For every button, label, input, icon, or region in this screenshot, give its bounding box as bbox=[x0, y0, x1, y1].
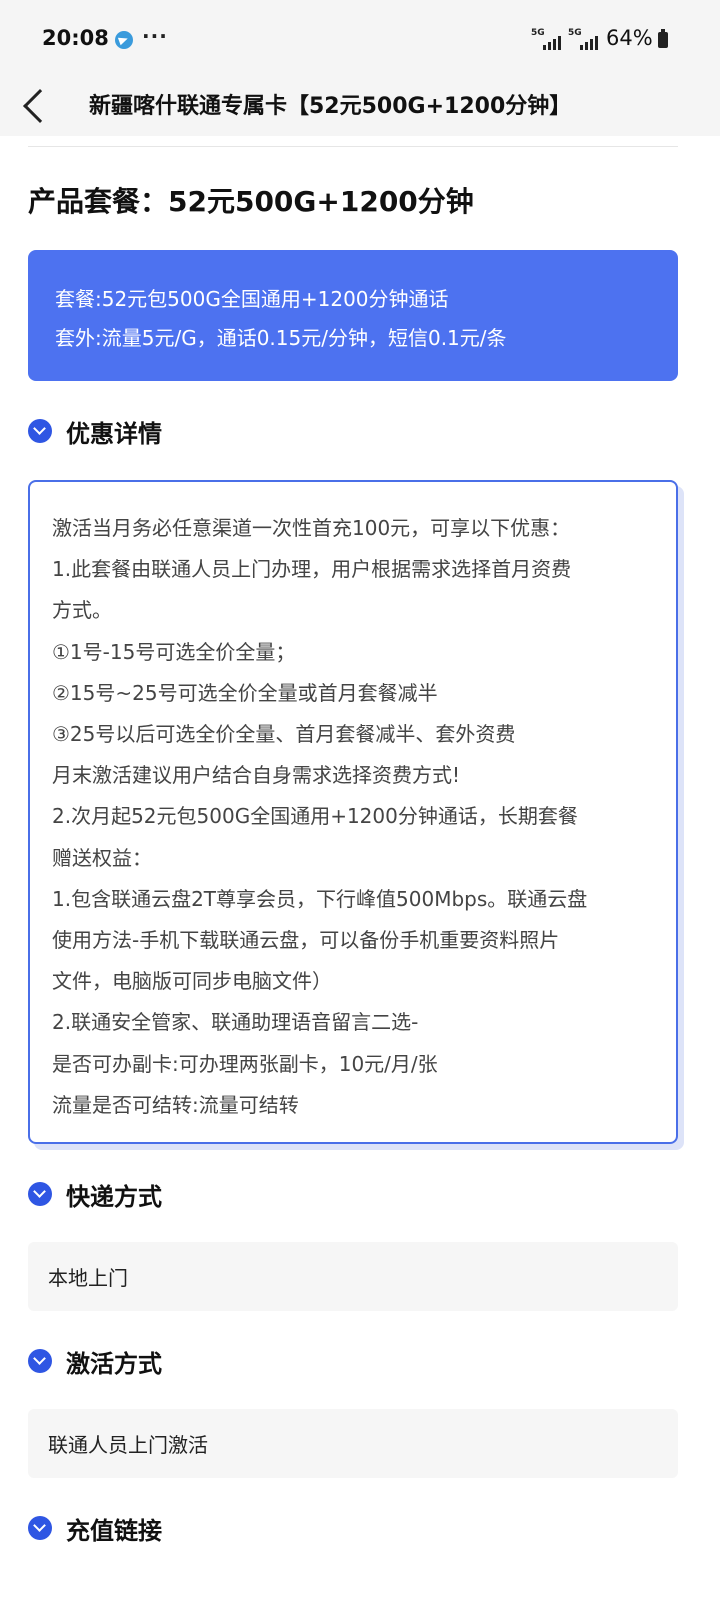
battery-percentage: 64% bbox=[606, 26, 653, 50]
section-label: 充值链接 bbox=[66, 1516, 162, 1545]
chevron-down-icon bbox=[28, 419, 52, 443]
telegram-icon bbox=[115, 31, 133, 49]
detail-line: 使用方法-手机下载联通云盘，可以备份手机重要资料照片 bbox=[52, 928, 560, 953]
page-title: 新疆喀什联通专属卡【52元500G+1200分钟】 bbox=[89, 94, 572, 119]
status-bar: 20:08 ··· 5G 5G 64% bbox=[0, 0, 720, 80]
activation-method-value: 联通人员上门激活 bbox=[28, 1409, 678, 1478]
detail-line: 流量是否可结转:流量可结转 bbox=[52, 1092, 299, 1117]
detail-line: 月末激活建议用户结合自身需求选择资费方式! bbox=[52, 763, 461, 788]
plan-extra-line: 套外:流量5元/G，通话0.15元/分钟，短信0.1元/条 bbox=[55, 326, 507, 350]
status-time: 20:08 bbox=[42, 26, 109, 50]
section-header-activation[interactable]: 激活方式 bbox=[28, 1341, 162, 1381]
section-header-delivery[interactable]: 快递方式 bbox=[28, 1174, 162, 1214]
divider bbox=[28, 146, 678, 147]
detail-line: 2.联通安全管家、联通助理语音留言二选- bbox=[52, 1010, 419, 1035]
chevron-down-icon bbox=[28, 1182, 52, 1206]
detail-line: ③25号以后可选全价全量、首月套餐减半、套外资费 bbox=[52, 722, 516, 747]
section-header-details[interactable]: 优惠详情 bbox=[28, 411, 162, 451]
section-label: 快递方式 bbox=[66, 1182, 162, 1211]
delivery-method-value: 本地上门 bbox=[28, 1242, 678, 1311]
detail-line: ①1号-15号可选全价全量； bbox=[52, 639, 296, 664]
details-box: 激活当月务必任意渠道一次性首充100元，可享以下优惠： 1.此套餐由联通人员上门… bbox=[28, 480, 678, 1144]
section-label: 优惠详情 bbox=[66, 419, 162, 448]
detail-line: 方式。 bbox=[52, 598, 112, 623]
product-title: 产品套餐：52元500G+1200分钟 bbox=[28, 185, 474, 218]
detail-line: ②15号~25号可选全价全量或首月套餐减半 bbox=[52, 680, 438, 705]
plan-summary-box: 套餐:52元包500G全国通用+1200分钟通话 套外:流量5元/G，通话0.1… bbox=[28, 250, 678, 381]
detail-line: 1.包含联通云盘2T尊享会员，下行峰值500Mbps。联通云盘 bbox=[52, 886, 588, 911]
chevron-down-icon bbox=[28, 1349, 52, 1373]
more-notifications-icon: ··· bbox=[142, 24, 168, 48]
plan-line: 套餐:52元包500G全国通用+1200分钟通话 bbox=[55, 287, 449, 311]
detail-line: 文件，电脑版可同步电脑文件） bbox=[52, 969, 332, 994]
section-header-recharge[interactable]: 充值链接 bbox=[28, 1508, 162, 1548]
detail-line: 2.次月起52元包500G全国通用+1200分钟通话，长期套餐 bbox=[52, 804, 578, 829]
signal-strength-icon: 5G bbox=[531, 28, 561, 50]
battery-icon bbox=[658, 29, 668, 48]
detail-line: 激活当月务必任意渠道一次性首充100元，可享以下优惠： bbox=[52, 516, 571, 540]
back-icon[interactable] bbox=[23, 89, 57, 123]
nav-bar: 新疆喀什联通专属卡【52元500G+1200分钟】 bbox=[0, 80, 720, 136]
signal-strength-icon-2: 5G bbox=[568, 28, 598, 50]
chevron-down-icon bbox=[28, 1516, 52, 1540]
detail-line: 是否可办副卡:可办理两张副卡，10元/月/张 bbox=[52, 1051, 438, 1076]
detail-line: 赠送权益： bbox=[52, 845, 152, 870]
detail-line: 1.此套餐由联通人员上门办理，用户根据需求选择首月资费 bbox=[52, 557, 572, 582]
section-label: 激活方式 bbox=[66, 1349, 162, 1378]
